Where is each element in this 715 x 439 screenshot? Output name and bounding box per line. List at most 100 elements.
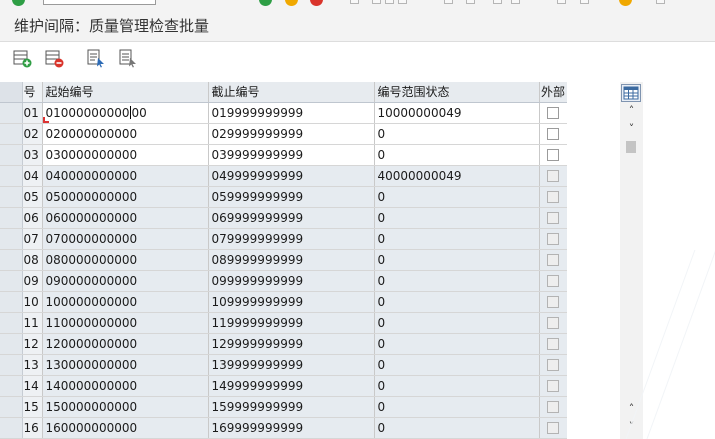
range-status-field[interactable]: 0 (374, 228, 540, 250)
range-status-field[interactable]: 0 (374, 333, 540, 355)
find-next-icon[interactable] (385, 0, 394, 4)
header-from-number[interactable]: 起始编号 (42, 82, 209, 103)
external-checkbox[interactable] (547, 275, 559, 287)
range-status-field[interactable]: 0 (374, 186, 540, 208)
external-checkbox[interactable] (547, 128, 559, 140)
scroll-thumb[interactable] (626, 141, 636, 153)
row-selector[interactable] (0, 207, 23, 229)
external-checkbox[interactable] (547, 401, 559, 413)
next-page-icon[interactable] (466, 0, 475, 4)
row-selector[interactable] (0, 270, 23, 292)
insert-row-button[interactable] (11, 48, 33, 68)
from-number-field[interactable]: 110000000000 (42, 312, 209, 334)
row-selector[interactable] (0, 102, 23, 124)
to-number-field[interactable]: 019999999999 (208, 102, 375, 124)
to-number-field[interactable]: 109999999999 (208, 291, 375, 313)
layout-icon[interactable] (580, 0, 589, 4)
select-all-cell[interactable] (0, 82, 23, 103)
scroll-down-arrow-top[interactable]: ˅ (620, 122, 643, 135)
table-row[interactable]: 13 130000000000 139999999999 0 (0, 354, 567, 376)
row-selector[interactable] (0, 417, 23, 439)
command-field[interactable] (43, 0, 156, 5)
row-selector[interactable] (0, 375, 23, 397)
header-to-number[interactable]: 截止编号 (208, 82, 375, 103)
range-status-field[interactable]: 0 (374, 375, 540, 397)
external-checkbox[interactable] (547, 170, 559, 182)
detail-button[interactable] (85, 48, 107, 68)
range-status-field[interactable]: 0 (374, 144, 540, 166)
external-checkbox[interactable] (547, 296, 559, 308)
range-status-field[interactable]: 0 (374, 249, 540, 271)
table-row[interactable]: 10 100000000000 109999999999 0 (0, 291, 567, 313)
table-row[interactable]: 11 110000000000 119999999999 0 (0, 312, 567, 334)
to-number-field[interactable]: 069999999999 (208, 207, 375, 229)
external-checkbox[interactable] (547, 254, 559, 266)
external-checkbox[interactable] (547, 107, 559, 119)
print-icon[interactable] (350, 0, 359, 4)
external-checkbox[interactable] (547, 359, 559, 371)
from-number-field[interactable]: 050000000000 (42, 186, 209, 208)
to-number-field[interactable]: 129999999999 (208, 333, 375, 355)
to-number-field[interactable]: 029999999999 (208, 123, 375, 145)
prev-page-icon[interactable] (444, 0, 453, 4)
range-status-field[interactable]: 0 (374, 207, 540, 229)
first-page-icon[interactable] (398, 0, 407, 4)
table-row[interactable]: 08 080000000000 089999999999 0 (0, 249, 567, 271)
scroll-up-arrow-bottom[interactable]: ˄ (620, 402, 643, 415)
to-number-field[interactable]: 039999999999 (208, 144, 375, 166)
row-selector[interactable] (0, 312, 23, 334)
to-number-field[interactable]: 079999999999 (208, 228, 375, 250)
table-row[interactable]: 01 01000000000 00 019999999999 10000000049 (0, 102, 567, 124)
grid-settings-icon[interactable] (621, 84, 641, 102)
row-selector[interactable] (0, 291, 23, 313)
header-external[interactable]: 外部 (539, 82, 567, 103)
row-selector[interactable] (0, 333, 23, 355)
range-status-field[interactable]: 0 (374, 123, 540, 145)
row-selector[interactable] (0, 165, 23, 187)
external-checkbox[interactable] (547, 149, 559, 161)
range-status-field[interactable]: 0 (374, 312, 540, 334)
from-number-field[interactable]: 150000000000 (42, 396, 209, 418)
row-selector[interactable] (0, 123, 23, 145)
external-checkbox[interactable] (547, 233, 559, 245)
shortcut-icon[interactable] (557, 0, 566, 4)
from-number-field[interactable]: 100000000000 (42, 291, 209, 313)
from-number-field[interactable]: 080000000000 (42, 249, 209, 271)
table-row[interactable]: 16 160000000000 169999999999 0 (0, 417, 567, 439)
table-row[interactable]: 14 140000000000 149999999999 0 (0, 375, 567, 397)
new-session-icon[interactable] (511, 0, 520, 4)
row-selector[interactable] (0, 186, 23, 208)
from-number-field[interactable]: 01000000000 00 (42, 102, 209, 124)
external-checkbox[interactable] (547, 212, 559, 224)
external-checkbox[interactable] (547, 338, 559, 350)
to-number-field[interactable]: 099999999999 (208, 270, 375, 292)
vertical-scrollbar[interactable]: ˄ ˅ ˄ ˅ (620, 82, 643, 439)
from-number-field[interactable]: 140000000000 (42, 375, 209, 397)
table-row[interactable]: 07 070000000000 079999999999 0 (0, 228, 567, 250)
header-no[interactable]: 号 (22, 82, 43, 103)
last-page-icon[interactable] (493, 0, 502, 4)
print-button[interactable] (117, 48, 139, 68)
header-range-status[interactable]: 编号范围状态 (374, 82, 540, 103)
from-number-field[interactable]: 060000000000 (42, 207, 209, 229)
from-number-field[interactable]: 070000000000 (42, 228, 209, 250)
range-status-field[interactable]: 10000000049 (374, 102, 540, 124)
to-number-field[interactable]: 139999999999 (208, 354, 375, 376)
from-number-field[interactable]: 130000000000 (42, 354, 209, 376)
range-status-field[interactable]: 0 (374, 354, 540, 376)
table-row[interactable]: 04 040000000000 049999999999 40000000049 (0, 165, 567, 187)
table-row[interactable]: 06 060000000000 069999999999 0 (0, 207, 567, 229)
external-checkbox[interactable] (547, 380, 559, 392)
from-number-field[interactable]: 120000000000 (42, 333, 209, 355)
from-number-field[interactable]: 020000000000 (42, 123, 209, 145)
to-number-field[interactable]: 049999999999 (208, 165, 375, 187)
customize-icon[interactable] (656, 0, 665, 4)
find-icon[interactable] (372, 0, 381, 4)
from-number-field[interactable]: 030000000000 (42, 144, 209, 166)
row-selector[interactable] (0, 354, 23, 376)
range-status-field[interactable]: 40000000049 (374, 165, 540, 187)
table-row[interactable]: 15 150000000000 159999999999 0 (0, 396, 567, 418)
to-number-field[interactable]: 089999999999 (208, 249, 375, 271)
external-checkbox[interactable] (547, 191, 559, 203)
scroll-up-arrow[interactable]: ˄ (620, 104, 643, 117)
